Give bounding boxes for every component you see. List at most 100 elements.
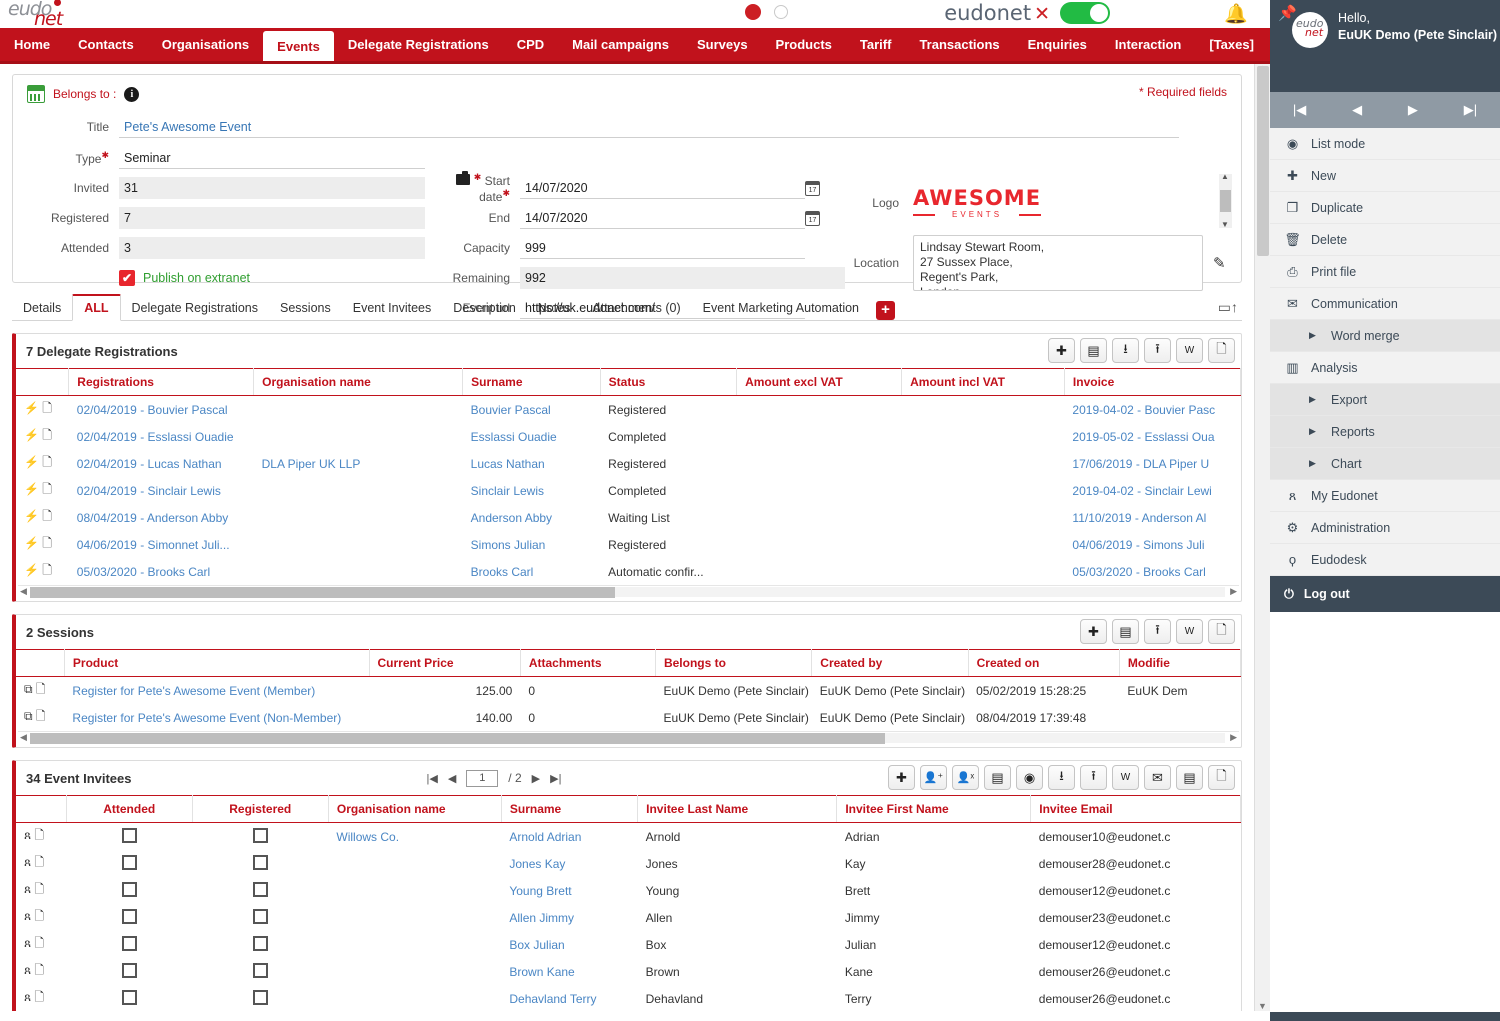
scroll-down-icon[interactable]: ▼ xyxy=(1221,220,1229,229)
invitees-preview-button[interactable]: ◉ xyxy=(1016,765,1043,790)
pager-page-input[interactable]: 1 xyxy=(466,769,499,787)
doc-icon[interactable]: 🗋 xyxy=(34,855,44,869)
cell-registration[interactable]: 02/04/2019 - Sinclair Lewis xyxy=(69,477,254,504)
cell-surname[interactable]: Brooks Carl xyxy=(463,558,601,585)
registered-checkbox[interactable] xyxy=(252,989,268,1005)
attended-checkbox[interactable] xyxy=(121,827,137,843)
table-row[interactable]: ጸ 🗋 Box Julian Box Julian demouser12@eudonet… xyxy=(16,931,1241,958)
nav-item-cpd[interactable]: CPD xyxy=(503,28,558,61)
calendar-picker-icon[interactable]: 17 xyxy=(805,180,820,196)
sessions-export-button[interactable]: ⭱ xyxy=(1144,619,1171,644)
doc-icon[interactable]: 🗋 xyxy=(36,682,46,696)
cell-registered[interactable] xyxy=(192,958,328,985)
delegate-import-button[interactable]: ⭳ xyxy=(1112,338,1139,363)
cell-surname[interactable]: Esslassi Ouadie xyxy=(463,423,601,450)
copy-icon[interactable]: ⧉ xyxy=(24,682,33,696)
scroll-thumb[interactable] xyxy=(30,733,885,744)
location-textarea[interactable]: Lindsay Stewart Room, 27 Sussex Place, R… xyxy=(913,235,1203,291)
cell-registered[interactable] xyxy=(192,931,328,958)
location-scroll-thumb[interactable] xyxy=(1220,190,1231,212)
cell-attended[interactable] xyxy=(66,985,192,1011)
pager-next-button[interactable]: ▶ xyxy=(532,772,540,785)
delegate-col-invoice[interactable]: Invoice xyxy=(1064,368,1242,396)
nav-item-enquiries[interactable]: Enquiries xyxy=(1014,28,1101,61)
cell-attended[interactable] xyxy=(66,877,192,904)
doc-icon[interactable]: 🗋 xyxy=(36,709,46,723)
invitees-remove-person-button[interactable]: 👤ˣ xyxy=(952,765,979,790)
doc-icon[interactable]: 🗋 xyxy=(42,536,52,550)
cell-attended[interactable] xyxy=(66,904,192,931)
doc-icon[interactable]: 🗋 xyxy=(42,428,52,442)
lightning-icon[interactable]: ⚡ xyxy=(24,455,39,469)
calendar-picker-icon-end[interactable]: 17 xyxy=(805,210,820,226)
cell-attended[interactable] xyxy=(66,850,192,877)
sidebar-item-my-eudonet[interactable]: ጸ My Eudonet xyxy=(1270,480,1500,512)
tab-details[interactable]: Details xyxy=(12,296,72,320)
delegate-word-export-button[interactable]: W xyxy=(1176,338,1203,363)
start-date-input[interactable]: 14/07/2020 xyxy=(520,177,805,199)
doc-icon[interactable]: 🗋 xyxy=(34,882,44,896)
cell-organisation[interactable] xyxy=(328,850,501,877)
cell-attended[interactable] xyxy=(66,958,192,985)
tab-description[interactable]: Description xyxy=(442,296,527,320)
sessions-horizontal-scrollbar[interactable]: ◀ ▶ xyxy=(18,731,1239,744)
table-row[interactable]: ጸ 🗋 Brown Kane Brown Kane demouser26@eudonet… xyxy=(16,958,1241,985)
sessions-col-attachments[interactable]: Attachments xyxy=(520,649,656,677)
cell-registration[interactable]: 04/06/2019 - Simonnet Juli... xyxy=(69,531,254,558)
table-row[interactable]: ጸ 🗋 Young Brett Young Brett demouser12@eudon… xyxy=(16,877,1241,904)
sessions-search-grid-button[interactable]: ▤ xyxy=(1112,619,1139,644)
sessions-file-button[interactable]: 🗋 xyxy=(1208,619,1235,644)
sessions-col-current-price[interactable]: Current Price xyxy=(369,649,521,677)
delegate-col-registrations[interactable]: Registrations xyxy=(68,368,255,396)
sidebar-item-list-mode[interactable]: ◉ List mode xyxy=(1270,128,1500,160)
nav-item-mail-campaigns[interactable]: Mail campaigns xyxy=(558,28,683,61)
delegate-col-amount-excl[interactable]: Amount excl VAT xyxy=(736,368,903,396)
cell-surname[interactable]: Bouvier Pascal xyxy=(463,396,601,424)
status-dot-inactive-icon[interactable] xyxy=(774,5,789,19)
table-row[interactable]: ⚡ 🗋 04/06/2019 - Simonnet Juli... Simons J… xyxy=(16,531,1241,558)
tab-delegate-registrations[interactable]: Delegate Registrations xyxy=(121,296,269,320)
attended-checkbox[interactable] xyxy=(121,989,137,1005)
sidebar-item-communication[interactable]: ✉ Communication xyxy=(1270,288,1500,320)
attended-checkbox[interactable] xyxy=(121,881,137,897)
sidebar-item-reports[interactable]: ▶ Reports xyxy=(1270,416,1500,448)
publish-checkbox[interactable]: ✔ xyxy=(119,270,135,286)
nav-item-organisations[interactable]: Organisations xyxy=(148,28,263,61)
cell-organisation[interactable] xyxy=(254,531,463,558)
scroll-left-icon[interactable]: ◀ xyxy=(20,732,27,743)
cell-surname[interactable]: Arnold Adrian xyxy=(501,823,637,851)
cell-organisation[interactable] xyxy=(254,396,463,424)
doc-icon[interactable]: 🗋 xyxy=(34,936,44,950)
sessions-add-button[interactable]: ✚ xyxy=(1080,619,1107,644)
invitees-email-button[interactable]: ✉ xyxy=(1144,765,1171,790)
invitees-col-last-name[interactable]: Invitee Last Name xyxy=(637,795,838,823)
cell-product[interactable]: Register for Pete's Awesome Event (Membe… xyxy=(64,677,369,705)
cell-organisation[interactable] xyxy=(254,504,463,531)
cell-organisation[interactable] xyxy=(254,423,463,450)
lightning-icon[interactable]: ⚡ xyxy=(24,401,39,415)
table-row[interactable]: ጸ 🗋 Jones Kay Jones Kay demouser28@eudonet.c xyxy=(16,850,1241,877)
cell-invoice[interactable]: 2019-04-02 - Bouvier Pasc xyxy=(1064,396,1240,424)
delegate-add-button[interactable]: ✚ xyxy=(1048,338,1075,363)
delegate-search-grid-button[interactable]: ▤ xyxy=(1080,338,1107,363)
doc-icon[interactable]: 🗋 xyxy=(42,563,52,577)
edit-pencil-icon[interactable]: ✎ xyxy=(1213,254,1226,272)
nav-item-contacts[interactable]: Contacts xyxy=(64,28,148,61)
registered-checkbox[interactable] xyxy=(252,962,268,978)
sessions-col-belongs-to[interactable]: Belongs to xyxy=(655,649,813,677)
person-icon[interactable]: ጸ xyxy=(24,963,31,977)
cell-registration[interactable]: 02/04/2019 - Esslassi Ouadie xyxy=(69,423,254,450)
logout-button[interactable]: ⏻ Log out xyxy=(1270,576,1500,612)
cell-registration[interactable]: 05/03/2020 - Brooks Carl xyxy=(69,558,254,585)
cell-organisation[interactable] xyxy=(328,985,501,1011)
attended-checkbox[interactable] xyxy=(121,908,137,924)
delegate-col-surname[interactable]: Surname xyxy=(462,368,601,396)
invitees-col-organisation[interactable]: Organisation name xyxy=(328,795,502,823)
invitees-word-export-button[interactable]: W xyxy=(1112,765,1139,790)
nav-item-transactions[interactable]: Transactions xyxy=(905,28,1013,61)
doc-icon[interactable]: 🗋 xyxy=(34,909,44,923)
invitees-col-first-name[interactable]: Invitee First Name xyxy=(836,795,1032,823)
doc-icon[interactable]: 🗋 xyxy=(34,963,44,977)
sidebar-item-analysis[interactable]: ▥ Analysis xyxy=(1270,352,1500,384)
next-record-button[interactable]: ▶ xyxy=(1408,102,1418,118)
